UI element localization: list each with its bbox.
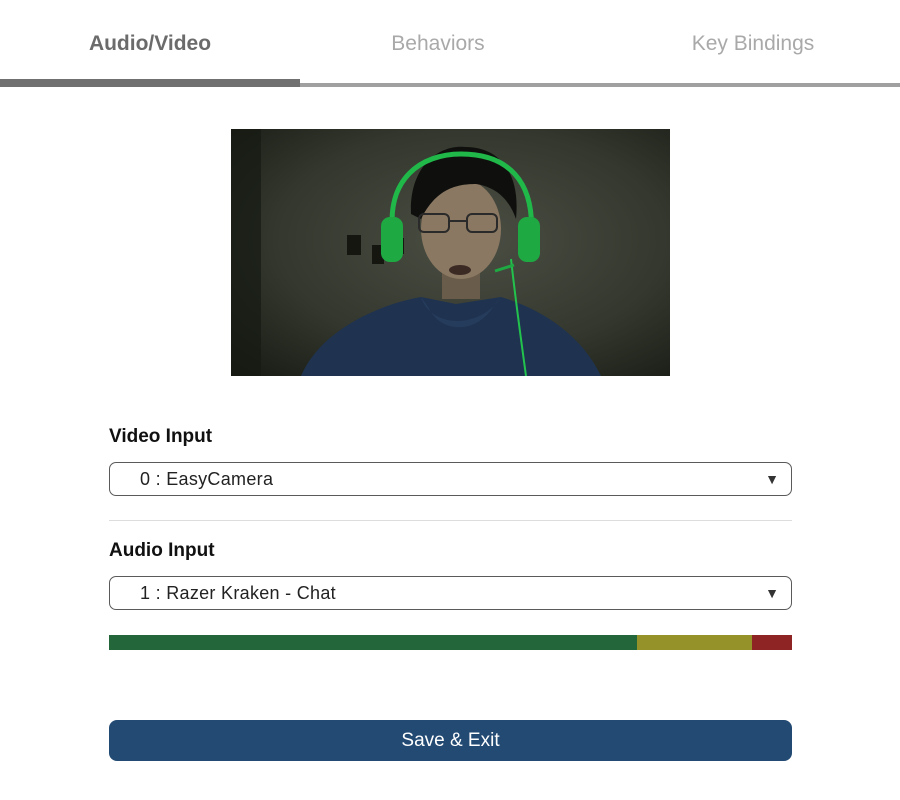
level-meter-normal-zone [109,635,637,650]
audio-input-select[interactable]: 1 : Razer Kraken - Chat ▼ [109,576,792,610]
tab-active-indicator [0,79,300,87]
section-divider [109,520,792,521]
video-input-value: 0 : EasyCamera [140,469,274,489]
video-input-label: Video Input [109,426,213,447]
tab-audio-video[interactable]: Audio/Video [0,28,300,60]
chevron-down-icon: ▼ [765,471,779,487]
tab-key-bindings[interactable]: Key Bindings [603,28,900,60]
audio-input-label: Audio Input [109,540,215,561]
level-meter-clipping-zone [751,635,792,650]
save-exit-button[interactable]: Save & Exit [109,720,792,761]
settings-tabs: Audio/Video Behaviors Key Bindings [0,0,900,88]
video-input-select[interactable]: 0 : EasyCamera ▼ [109,462,792,496]
level-meter-warning-zone [636,635,752,650]
webcam-preview [231,129,670,376]
chevron-down-icon: ▼ [765,585,779,601]
tab-behaviors[interactable]: Behaviors [288,28,588,60]
audio-input-value: 1 : Razer Kraken - Chat [140,583,336,603]
webcam-frame [231,129,670,376]
audio-level-meter [109,635,792,650]
